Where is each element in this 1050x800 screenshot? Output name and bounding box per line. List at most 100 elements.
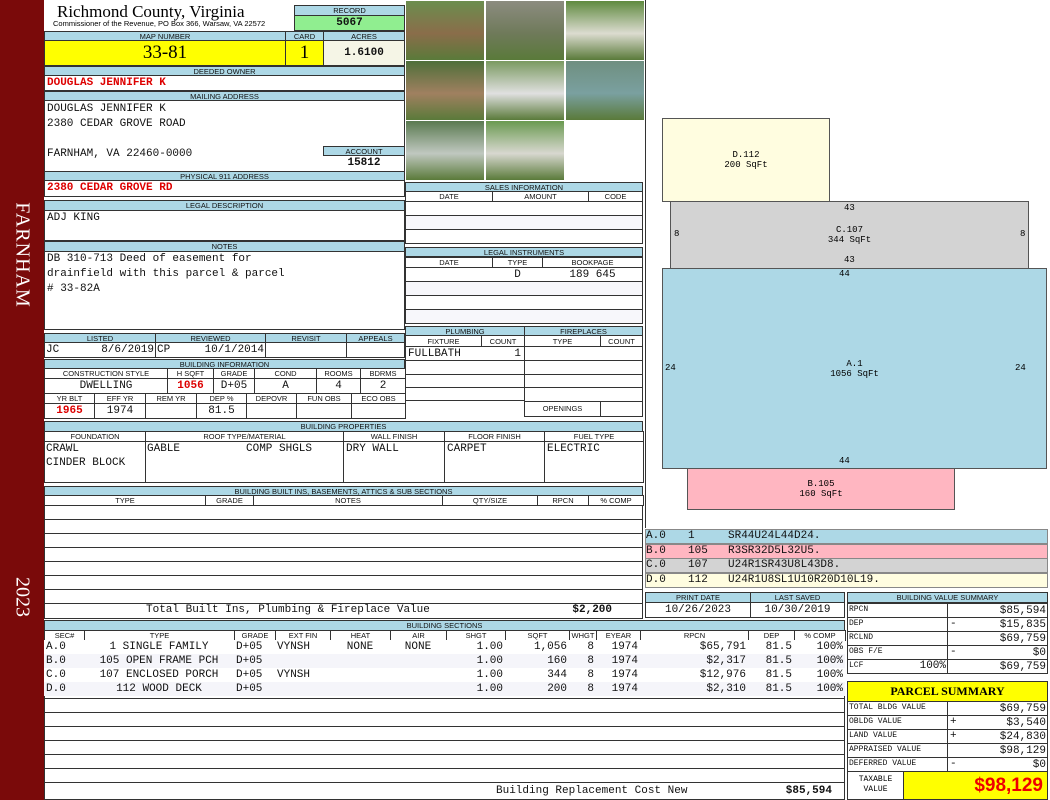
area-id: C.107 (835, 225, 863, 235)
section-cell: 160 (547, 655, 567, 667)
summary-label: RPCN (849, 605, 869, 614)
bi-value: DWELLING (79, 380, 133, 392)
instr-type: D (514, 269, 521, 281)
mailing-line-2: 2380 CEDAR GROVE ROAD (47, 118, 186, 130)
parcel-summary-label: PARCEL SUMMARY (847, 681, 1048, 702)
legal-description: ADJ KING (47, 212, 100, 224)
section-cell: 200 (547, 683, 567, 695)
section-cell: 8 (587, 641, 594, 653)
row-line (405, 387, 643, 388)
section-cell: 8 (587, 655, 594, 667)
dim-label: 43 (844, 255, 855, 265)
summary-label: LAND VALUE (849, 731, 898, 740)
reviewed-date: 10/1/2014 (204, 344, 264, 356)
code-sec: C.0 (646, 559, 666, 571)
builtins-header: % COMP (588, 495, 644, 506)
summary-value: $85,594 (999, 604, 1046, 617)
acres-value: 1.6100 (323, 40, 405, 66)
section-cell: NONE (404, 641, 432, 653)
property-photo (405, 120, 485, 181)
summary-pct: 100% (919, 660, 946, 672)
deeded-owner: DOUGLAS JENNIFER K (47, 77, 166, 89)
dim-label: 24 (665, 363, 676, 373)
row-line (44, 768, 845, 769)
section-cell: 8 (587, 669, 594, 681)
replacement-value: $85,594 (785, 785, 832, 797)
property-photo (405, 0, 485, 61)
sales-row (405, 229, 643, 244)
builtins-total-label: Total Built Ins, Plumbing & Fireplace Va… (146, 604, 430, 616)
account-label: ACCOUNT (323, 146, 405, 156)
row-line (44, 726, 845, 727)
foundation-1: CRAWL (46, 443, 80, 455)
bi-cell (296, 403, 352, 419)
section-cell: 1974 (611, 669, 638, 681)
area-id: B.105 (807, 479, 835, 489)
section-cell: 1.00 (476, 669, 503, 681)
instr-row (405, 281, 643, 296)
code-num: 112 (688, 573, 708, 586)
code-text: U24R1U8SL1U10R20D10L19. (728, 573, 880, 586)
sidebar (0, 0, 44, 800)
dim-label: 8 (1020, 229, 1026, 239)
notes-line-2: drainfield with this parcel & parcel (47, 268, 285, 280)
summary-sign: - (950, 618, 957, 630)
summary-label: OBS F/E (849, 647, 883, 656)
instr-row (405, 309, 643, 324)
listed-date: 8/6/2019 (101, 344, 154, 356)
print-date: 10/26/2023 (645, 602, 751, 618)
builtins-header: NOTES (253, 495, 443, 506)
dim-label: 8 (674, 229, 680, 239)
fuel-type: ELECTRIC (547, 443, 600, 455)
bi-cell (145, 403, 197, 419)
instr-bookpage: 189 645 (569, 269, 616, 281)
section-cell: 100% (816, 683, 843, 695)
listing-cell (346, 342, 405, 358)
record-value: 5067 (294, 15, 405, 31)
row-line (44, 782, 845, 783)
section-cell: D+05 (236, 669, 263, 681)
row-line (44, 589, 643, 590)
section-cell: $2,310 (706, 683, 746, 695)
section-cell: 81.5 (765, 641, 792, 653)
property-photo (565, 0, 645, 61)
code-num: 107 (688, 559, 708, 571)
fixture-name: FULLBATH (408, 348, 461, 360)
row-line (44, 698, 845, 699)
map-number: 33-81 (44, 40, 286, 66)
instr-row (405, 295, 643, 310)
area-id: D.112 (732, 150, 760, 160)
code-sec: D.0 (646, 573, 666, 586)
area-sqft: 1056 SqFt (830, 368, 879, 379)
code-text: R3SR32D5L32U5. (728, 544, 821, 557)
bi-value: 4 (335, 380, 342, 392)
summary-sign: - (950, 646, 957, 658)
section-cell: B.0 (46, 655, 66, 667)
sketch-area-a: A.1 1056 SqFt (662, 268, 1047, 469)
dim-label: 43 (844, 203, 855, 213)
dim-label: 44 (839, 269, 850, 279)
section-cell: 1974 (611, 641, 638, 653)
builtins-header: GRADE (205, 495, 254, 506)
section-cell: 112 WOOD DECK (116, 683, 202, 695)
summary-value: $24,830 (999, 730, 1046, 743)
section-cell: 1,056 (533, 641, 567, 653)
summary-label: LCF (849, 661, 864, 670)
summary-sign: + (950, 716, 957, 728)
notes-line-3: # 33-82A (47, 283, 100, 295)
bi-cell (351, 403, 406, 419)
property-photo (485, 60, 565, 121)
foundation-2: CINDER BLOCK (46, 457, 126, 469)
summary-value: $0 (1032, 646, 1046, 659)
section-cell: 1974 (611, 655, 638, 667)
section-cell: 100% (816, 641, 843, 653)
code-text: SR44U24L44D24. (728, 530, 821, 542)
summary-value: $0 (1032, 758, 1046, 771)
bi-value: 2 (379, 380, 387, 392)
mailing-line-1: DOUGLAS JENNIFER K (47, 103, 166, 115)
section-cell: $2,317 (706, 655, 746, 667)
section-cell: VYNSH (277, 669, 311, 681)
summary-label: OBLDG VALUE (849, 717, 902, 726)
bi-value: D+05 (220, 380, 248, 392)
area-id: A.1 (846, 358, 863, 369)
